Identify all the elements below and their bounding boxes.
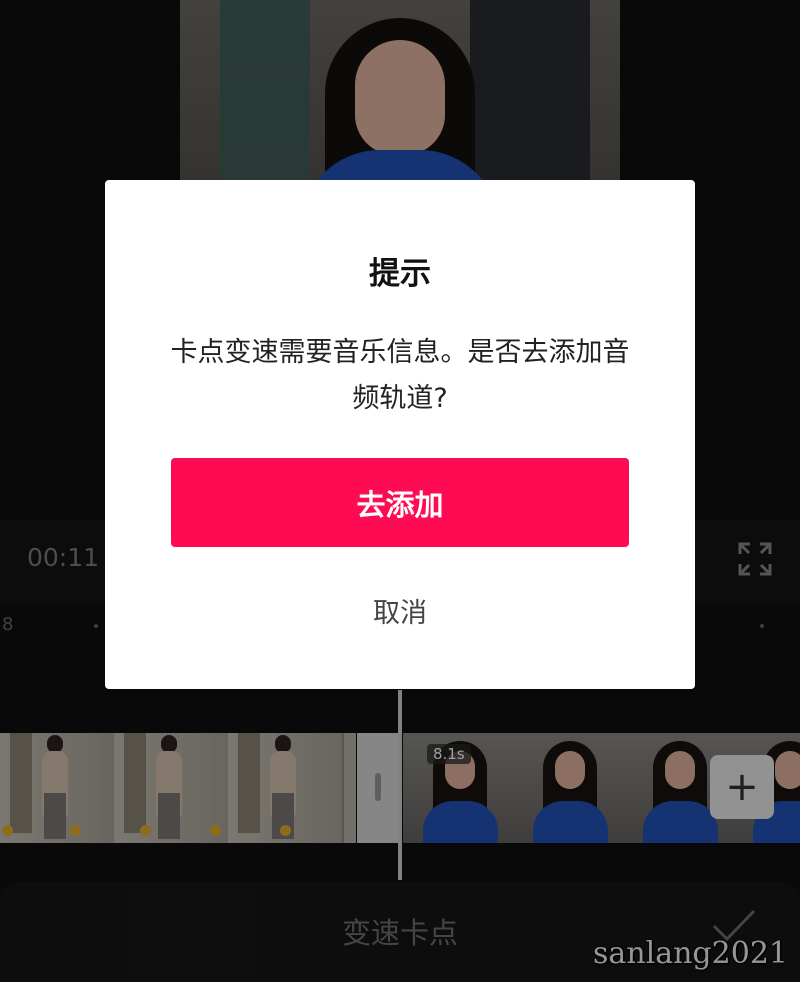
prompt-dialog: 提示 卡点变速需要音乐信息。是否去添加音频轨道? 去添加 取消: [105, 180, 695, 689]
add-audio-button[interactable]: 去添加: [171, 458, 629, 547]
cancel-button[interactable]: 取消: [300, 585, 500, 635]
dialog-message: 卡点变速需要音乐信息。是否去添加音频轨道?: [170, 337, 630, 414]
dialog-title: 提示: [369, 256, 431, 292]
